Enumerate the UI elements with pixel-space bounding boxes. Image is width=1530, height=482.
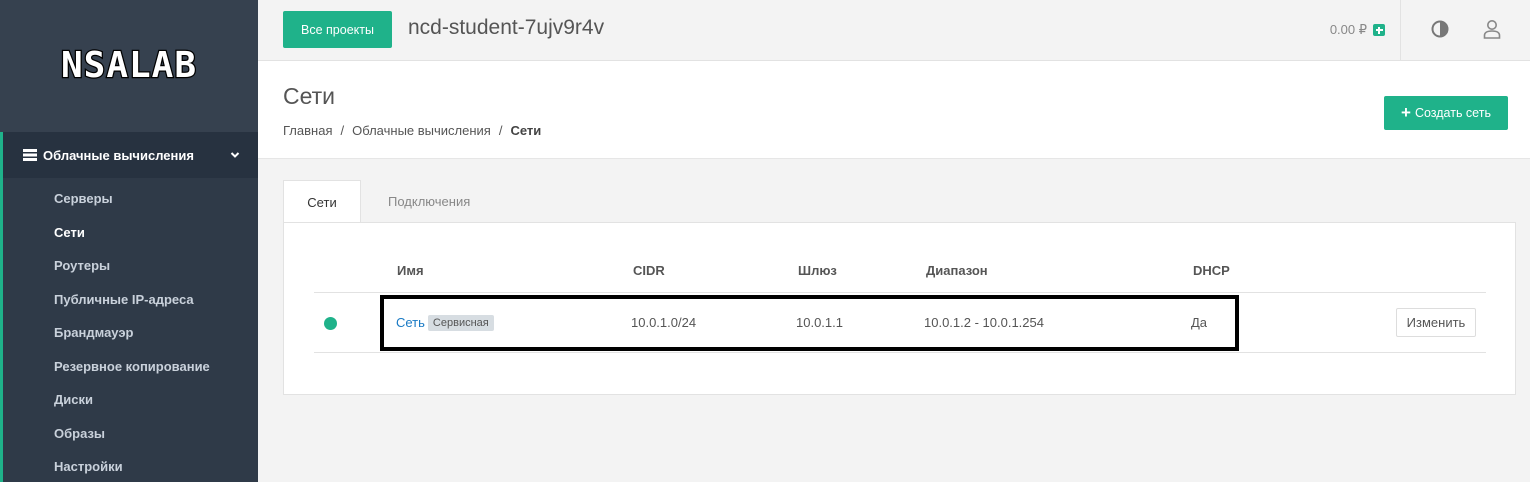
breadcrumb-separator: / [498, 123, 503, 138]
column-header-range: Диапазон [926, 263, 988, 278]
range-cell: 10.0.1.2 - 10.0.1.254 [924, 315, 1044, 330]
breadcrumb: Главная / Облачные вычисления / Сети [283, 123, 541, 138]
nsalab-logo[interactable]: NSALAB [24, 46, 234, 86]
add-funds-icon[interactable] [1373, 24, 1385, 36]
user-icon[interactable] [1482, 19, 1502, 39]
all-projects-button[interactable]: Все проекты [283, 11, 392, 48]
sidebar-item-settings[interactable]: Настройки [3, 450, 258, 482]
table-row: Сеть Сервисная 10.0.1.0/24 10.0.1.1 10.0.… [314, 293, 1486, 353]
server-icon [23, 149, 37, 161]
cidr-cell: 10.0.1.0/24 [631, 315, 697, 330]
service-badge: Сервисная [427, 315, 494, 331]
column-header-name: Имя [397, 263, 424, 278]
theme-toggle-icon[interactable] [1431, 20, 1449, 38]
status-dot [324, 317, 337, 330]
edit-button[interactable]: Изменить [1396, 308, 1476, 337]
logo-area: NSALAB [0, 0, 258, 132]
sidebar-item-images[interactable]: Образы [3, 417, 258, 451]
plus-icon: + [1401, 102, 1411, 122]
gateway-cell: 10.0.1.1 [796, 315, 843, 330]
column-header-dhcp: DHCP [1193, 263, 1230, 278]
tabs: Сети Подключения [283, 180, 495, 223]
page-header: Сети Главная / Облачные вычисления / Сет… [258, 61, 1530, 159]
balance[interactable]: 0.00 ₽ [1330, 22, 1385, 38]
network-name-cell: Сеть Сервисная [396, 315, 494, 331]
balance-value: 0.00 ₽ [1329, 22, 1367, 37]
page-title: Сети [283, 83, 336, 109]
create-network-button[interactable]: + Создать сеть [1384, 96, 1508, 130]
dhcp-cell: Да [1191, 315, 1208, 330]
sidebar-item-disks[interactable]: Диски [3, 383, 258, 417]
sidebar: NSALAB Облачные вычисления Серверы Сети … [0, 0, 258, 482]
chevron-down-icon [230, 152, 240, 158]
sidebar-item-servers[interactable]: Серверы [3, 182, 258, 216]
breadcrumb-separator: / [340, 123, 345, 138]
sidebar-item-backup[interactable]: Резервное копирование [3, 350, 258, 384]
column-header-gateway: Шлюз [798, 263, 837, 278]
tab-networks[interactable]: Сети [283, 180, 361, 223]
table-header: Имя CIDR Шлюз Диапазон DHCP [314, 259, 1486, 293]
tab-connections[interactable]: Подключения [363, 180, 495, 223]
nav-section-header[interactable]: Облачные вычисления [3, 132, 258, 178]
create-network-label: Создать сеть [1414, 106, 1491, 120]
breadcrumb-home[interactable]: Главная [283, 123, 332, 138]
svg-text:NSALAB: NSALAB [61, 46, 197, 86]
networks-panel: Имя CIDR Шлюз Диапазон DHCP Сеть Сервисна… [283, 222, 1516, 395]
divider [1400, 0, 1401, 61]
breadcrumb-cloud[interactable]: Облачные вычисления [352, 123, 491, 138]
breadcrumb-current: Сети [510, 123, 542, 138]
nav-section-label: Облачные вычисления [43, 147, 194, 163]
topbar: Все проекты ncd-student-7ujv9r4v 0.00 ₽ [258, 0, 1530, 61]
sidebar-item-firewall[interactable]: Брандмауэр [3, 316, 258, 350]
column-header-cidr: CIDR [633, 263, 665, 278]
sidebar-item-networks[interactable]: Сети [3, 216, 258, 250]
sidebar-item-routers[interactable]: Роутеры [3, 249, 258, 283]
nav-section-cloud: Облачные вычисления Серверы Сети Роутеры… [0, 132, 258, 482]
nav-items: Серверы Сети Роутеры Публичные IP-адреса… [3, 178, 258, 482]
project-name: ncd-student-7ujv9r4v [408, 16, 605, 39]
sidebar-item-public-ips[interactable]: Публичные IP-адреса [3, 283, 258, 317]
network-link[interactable]: Сеть [396, 315, 425, 330]
